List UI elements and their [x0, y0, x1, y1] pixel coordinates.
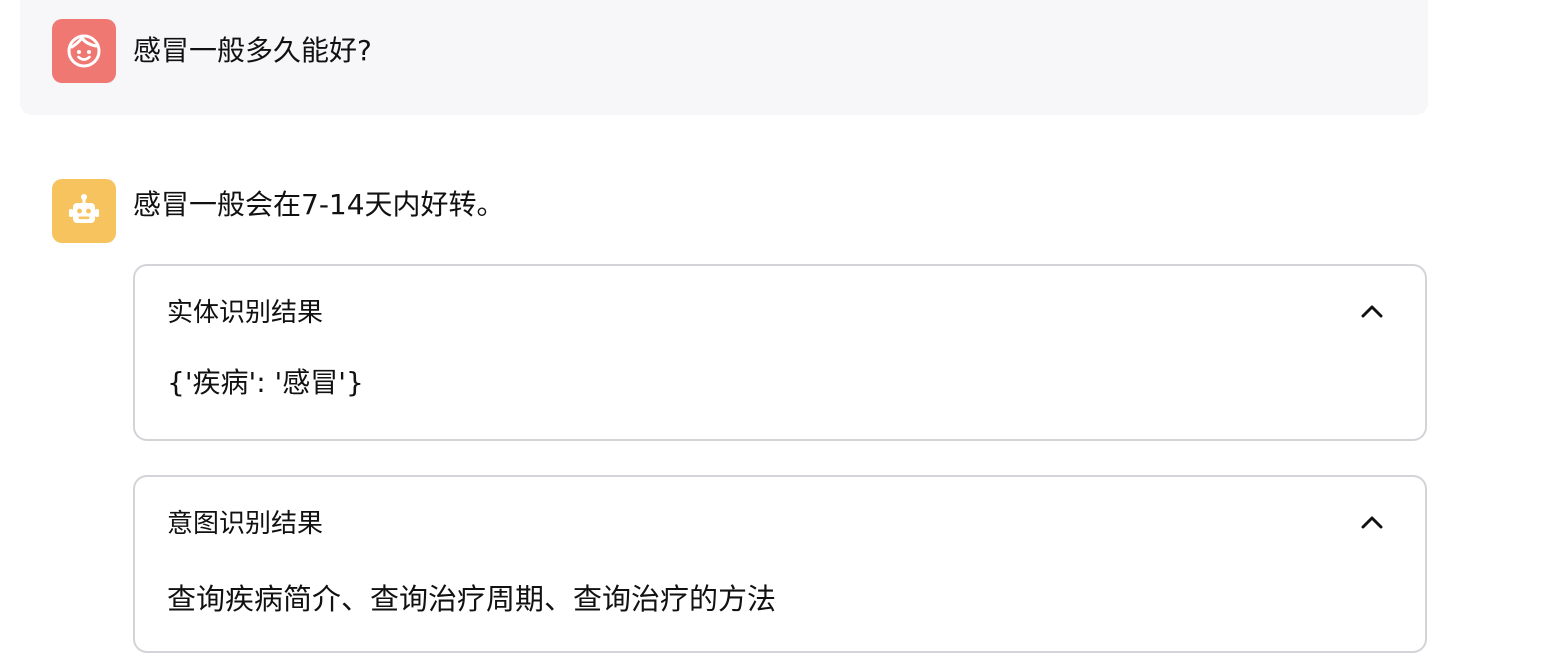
- entity-expander-toggle[interactable]: [1357, 296, 1387, 326]
- entity-expander-title[interactable]: 实体识别结果: [167, 296, 323, 330]
- chevron-up-icon: [1361, 305, 1383, 318]
- robot-icon: [69, 194, 99, 223]
- intent-expander-title[interactable]: 意图识别结果: [167, 507, 323, 541]
- intent-result-expander: 意图识别结果 查询疾病简介、查询治疗周期、查询治疗的方法: [133, 475, 1427, 653]
- entity-expander-content: {'疾病': '感冒'}: [167, 366, 364, 399]
- chat-container: 感冒一般多久能好? 感冒一般会在7-14天内好转。 实体识别结果 {'疾病': …: [0, 0, 1548, 670]
- entity-result-expander: 实体识别结果 {'疾病': '感冒'}: [133, 264, 1427, 441]
- chevron-up-icon: [1361, 516, 1383, 529]
- user-message-text: 感冒一般多久能好?: [133, 34, 372, 67]
- bot-message-text: 感冒一般会在7-14天内好转。: [133, 188, 505, 221]
- intent-expander-toggle[interactable]: [1357, 507, 1387, 537]
- user-avatar: [52, 19, 116, 83]
- face-icon: [67, 34, 101, 68]
- intent-expander-content: 查询疾病简介、查询治疗周期、查询治疗的方法: [167, 582, 777, 616]
- bot-avatar: [52, 179, 116, 243]
